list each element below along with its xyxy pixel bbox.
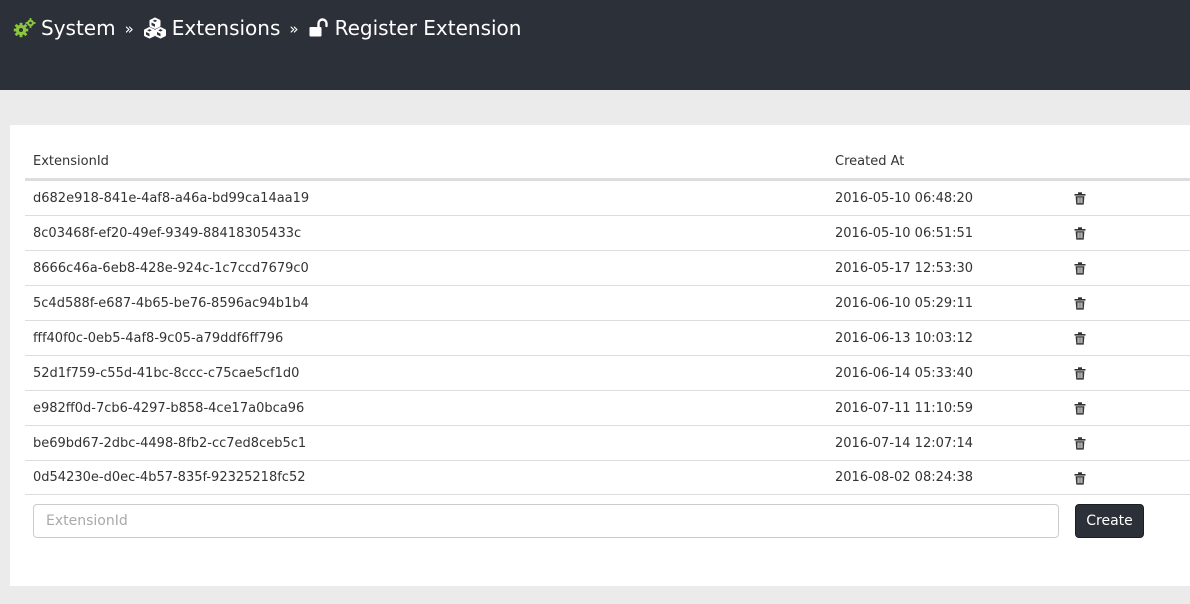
- created-at-cell: 2016-07-14 12:07:14: [835, 435, 974, 451]
- breadcrumb-label: Extensions: [171, 16, 281, 40]
- top-header: System » Extensions » Register Extension: [0, 0, 1190, 90]
- created-at-cell: 2016-08-02 08:24:38: [835, 470, 974, 485]
- extensions-table: ExtensionId Created At d682e918-841e-4af…: [25, 145, 1190, 495]
- breadcrumb-label: System: [41, 16, 116, 40]
- trash-icon[interactable]: [1074, 297, 1086, 310]
- trash-icon[interactable]: [1074, 192, 1086, 205]
- extension-id-input[interactable]: [33, 504, 1059, 538]
- table-row: 8666c46a-6eb8-428e-924c-1c7ccd7679c0 2016…: [25, 250, 1190, 285]
- trash-icon[interactable]: [1074, 472, 1086, 485]
- trash-icon[interactable]: [1074, 437, 1086, 450]
- trash-icon[interactable]: [1074, 402, 1086, 415]
- table-row: e982ff0d-7cb6-4297-b858-4ce17a0bca96 2016…: [25, 390, 1190, 425]
- breadcrumb-register-extension: Register Extension: [308, 16, 522, 40]
- column-header-created-at: Created At: [835, 154, 905, 169]
- extension-id-cell: 0d54230e-d0ec-4b57-835f-92325218fc52: [33, 470, 306, 485]
- extension-id-cell: 52d1f759-c55d-41bc-8ccc-c75cae5cf1d0: [33, 365, 300, 381]
- created-at-cell: 2016-05-10 06:51:51: [835, 225, 974, 241]
- extension-id-cell: fff40f0c-0eb5-4af8-9c05-a79ddf6ff796: [33, 330, 284, 346]
- extension-id-cell: 8666c46a-6eb8-428e-924c-1c7ccd7679c0: [33, 260, 309, 276]
- gears-icon: [12, 17, 36, 39]
- trash-icon[interactable]: [1074, 262, 1086, 275]
- created-at-cell: 2016-06-10 05:29:11: [835, 295, 974, 311]
- trash-icon[interactable]: [1074, 367, 1086, 380]
- created-at-cell: 2016-05-17 12:53:30: [835, 260, 974, 276]
- breadcrumb-separator: »: [289, 20, 299, 38]
- breadcrumb-separator: »: [124, 20, 134, 38]
- cubes-icon: [143, 17, 167, 39]
- created-at-cell: 2016-06-14 05:33:40: [835, 365, 974, 381]
- extensions-panel: ExtensionId Created At d682e918-841e-4af…: [10, 125, 1190, 586]
- extension-id-cell: 5c4d588f-e687-4b65-be76-8596ac94b1b4: [33, 295, 309, 311]
- extension-id-cell: be69bd67-2dbc-4498-8fb2-cc7ed8ceb5c1: [33, 435, 307, 451]
- table-row: 8c03468f-ef20-49ef-9349-88418305433c 2016…: [25, 215, 1190, 250]
- trash-icon[interactable]: [1074, 332, 1086, 345]
- breadcrumb-label: Register Extension: [334, 16, 522, 40]
- unlock-icon: [308, 17, 330, 39]
- extension-id-cell: d682e918-841e-4af8-a46a-bd99ca14aa19: [33, 190, 310, 206]
- created-at-cell: 2016-07-11 11:10:59: [835, 400, 974, 416]
- created-at-cell: 2016-06-13 10:03:12: [835, 330, 974, 346]
- create-button[interactable]: Create: [1075, 504, 1144, 538]
- create-extension-form: Create: [33, 504, 1153, 538]
- table-row: d682e918-841e-4af8-a46a-bd99ca14aa19 2016…: [25, 180, 1190, 215]
- table-row: 0d54230e-d0ec-4b57-835f-92325218fc52 2016…: [25, 460, 1190, 495]
- breadcrumb-system[interactable]: System: [12, 16, 116, 40]
- table-header-row: ExtensionId Created At: [25, 145, 1190, 180]
- extension-id-cell: e982ff0d-7cb6-4297-b858-4ce17a0bca96: [33, 400, 305, 416]
- table-row: be69bd67-2dbc-4498-8fb2-cc7ed8ceb5c1 2016…: [25, 425, 1190, 460]
- table-row: 5c4d588f-e687-4b65-be76-8596ac94b1b4 2016…: [25, 285, 1190, 320]
- table-row: fff40f0c-0eb5-4af8-9c05-a79ddf6ff796 2016…: [25, 320, 1190, 355]
- table-row: 52d1f759-c55d-41bc-8ccc-c75cae5cf1d0 2016…: [25, 355, 1190, 390]
- created-at-cell: 2016-05-10 06:48:20: [835, 190, 974, 206]
- breadcrumb: System » Extensions » Register Extension: [12, 16, 521, 40]
- trash-icon[interactable]: [1074, 227, 1086, 240]
- extension-id-cell: 8c03468f-ef20-49ef-9349-88418305433c: [33, 225, 302, 241]
- breadcrumb-extensions[interactable]: Extensions: [143, 16, 281, 40]
- column-header-extension-id: ExtensionId: [33, 154, 109, 169]
